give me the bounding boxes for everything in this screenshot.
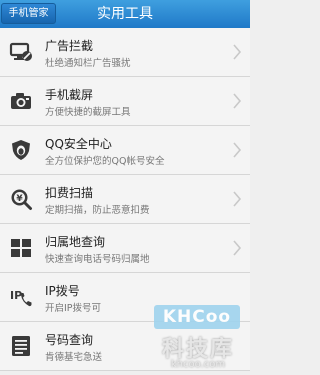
item-title: 号码查询 — [45, 333, 94, 347]
list-item-ad-block[interactable]: 广告拦截 杜绝通知栏广告骚扰 — [0, 28, 250, 77]
grid-icon — [9, 236, 33, 260]
title-bar: 手机管家 实用工具 — [0, 0, 250, 28]
item-description: 杜绝通知栏广告骚扰 — [45, 58, 131, 69]
list-item-fee-scan[interactable]: ¥ 扣费扫描 定期扫描，防止恶意扣费 — [0, 175, 250, 224]
chevron-right-icon — [232, 190, 242, 208]
chevron-right-icon — [232, 239, 242, 257]
svg-text:¥: ¥ — [16, 194, 23, 204]
watermark-logo: KHCoo — [154, 305, 240, 329]
svg-text:IP: IP — [10, 289, 22, 302]
chevron-right-icon — [232, 92, 242, 110]
item-title: 手机截屏 — [45, 88, 94, 102]
list-item-qq-security[interactable]: QQ安全中心 全方位保护您的QQ帐号安全 — [0, 126, 250, 175]
item-title: IP拨号 — [45, 284, 80, 298]
chevron-right-icon — [232, 141, 242, 159]
item-description: 定期扫描，防止恶意扣费 — [45, 205, 150, 216]
money-scan-icon: ¥ — [9, 187, 33, 211]
item-title: QQ安全中心 — [45, 137, 112, 151]
item-description: 快速查询电话号码归属地 — [45, 254, 150, 265]
ip-dial-icon: IP — [9, 285, 33, 309]
qq-shield-icon — [9, 138, 33, 162]
camera-icon — [9, 89, 33, 113]
item-description: 肯德基宅急送 — [45, 352, 103, 363]
ad-block-icon — [9, 40, 33, 64]
list-item-screenshot[interactable]: 手机截屏 方便快捷的截屏工具 — [0, 77, 250, 126]
item-title: 扣费扫描 — [45, 186, 94, 200]
watermark: KHCoo 科技库 khcoo.com — [148, 305, 248, 373]
chevron-right-icon — [232, 43, 242, 61]
item-description: 方便快捷的截屏工具 — [45, 107, 131, 118]
item-title: 归属地查询 — [45, 235, 106, 249]
page-title: 实用工具 — [97, 6, 153, 22]
item-description: 开启IP拨号可 — [45, 303, 102, 314]
number-list-icon — [9, 334, 33, 358]
list-item-location-lookup[interactable]: 归属地查询 快速查询电话号码归属地 — [0, 224, 250, 273]
item-description: 全方位保护您的QQ帐号安全 — [45, 156, 165, 167]
item-title: 广告拦截 — [45, 39, 94, 53]
watermark-url: khcoo.com — [170, 359, 226, 370]
